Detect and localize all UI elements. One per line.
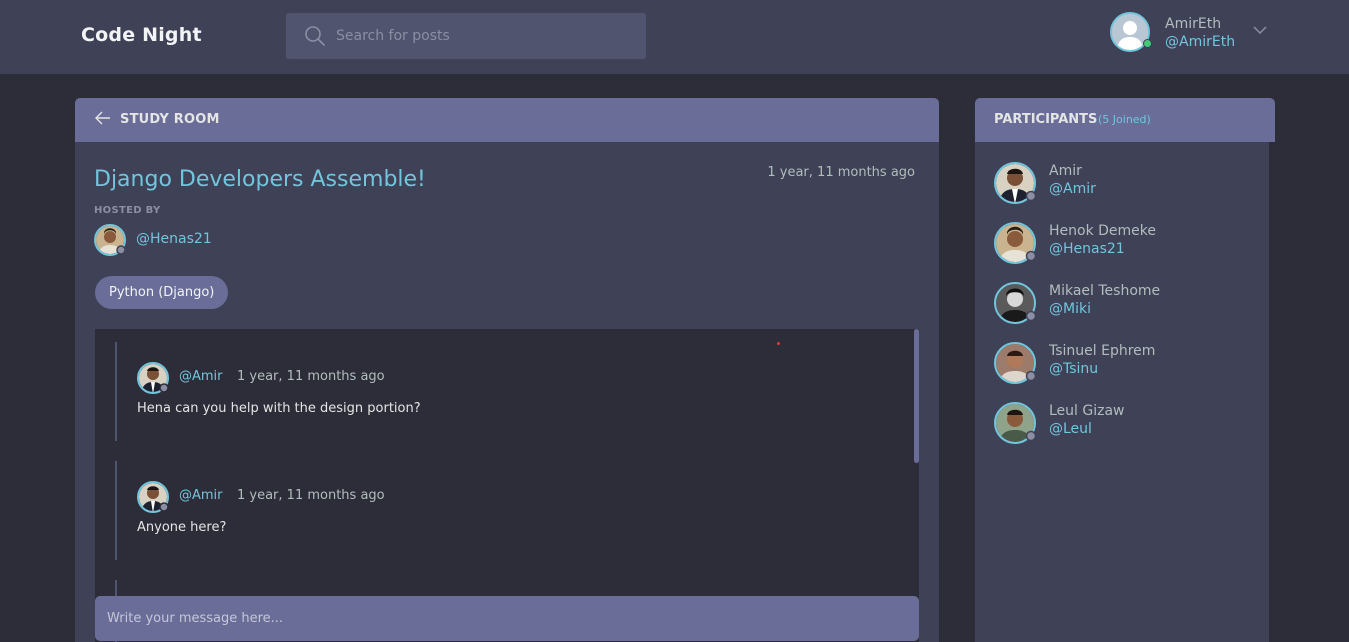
message-author-handle[interactable]: @Amir [179,369,223,384]
participant-name: Mikael Teshome [1049,283,1161,299]
participant-handle[interactable]: @Tsinu [1049,361,1098,377]
user-name: AmirEth [1165,16,1222,32]
participants-count: (5 Joined) [1098,113,1151,126]
message-timestamp: 1 year, 11 months ago [237,488,385,503]
arrow-left-icon[interactable] [94,109,112,127]
message-timestamp: 1 year, 11 months ago [237,369,385,384]
message-item: @Amir 1 year, 11 months ago Hena can you… [115,342,895,441]
search-icon [305,26,325,46]
participants-title: PARTICIPANTS [994,112,1098,127]
participant-name: Tsinuel Ephrem [1049,343,1156,359]
message-avatar[interactable] [137,362,169,394]
user-handle: @AmirEth [1165,34,1236,50]
topic-tag[interactable]: Python (Django) [95,276,229,309]
participant-item[interactable]: Leul Gizaw @Leul [994,402,1254,446]
participant-handle[interactable]: @Leul [1049,421,1092,437]
participants-list: Amir @Amir Henok Demeke @Henas21 Mikael … [975,142,1269,642]
online-status-dot [1143,39,1152,48]
room-title: Django Developers Assemble! [94,167,426,192]
participants-header: PARTICIPANTS (5 Joined) [975,98,1275,142]
participant-avatar[interactable] [994,222,1036,264]
room-header: STUDY ROOM [75,98,939,142]
room-timestamp: 1 year, 11 months ago [767,165,915,180]
participant-handle[interactable]: @Henas21 [1049,241,1125,257]
participant-name: Leul Gizaw [1049,403,1125,419]
participant-item[interactable]: Tsinuel Ephrem @Tsinu [994,342,1254,386]
participant-item[interactable]: Henok Demeke @Henas21 [994,222,1254,266]
message-avatar[interactable] [137,481,169,513]
message-author-handle[interactable]: @Amir [179,488,223,503]
participant-name: Amir [1049,163,1082,179]
participant-avatar[interactable] [994,162,1036,204]
user-menu[interactable]: AmirEth @AmirEth [1110,12,1280,56]
host-handle[interactable]: @Henas21 [136,231,212,247]
host-avatar[interactable] [94,224,126,256]
participant-avatar[interactable] [994,282,1036,324]
message-text: Anyone here? [137,520,227,535]
room-header-title[interactable]: STUDY ROOM [120,112,220,127]
participant-name: Henok Demeke [1049,223,1157,239]
chevron-down-icon[interactable] [1252,24,1268,36]
top-navbar: Code Night AmirEth @AmirEth [0,0,1349,74]
participant-avatar[interactable] [994,402,1036,444]
hosted-by-label: HOSTED BY [94,205,161,216]
participants-panel: PARTICIPANTS (5 Joined) Amir @Amir Henok… [975,98,1275,642]
message-composer[interactable] [95,596,919,641]
participant-handle[interactable]: @Miki [1049,301,1091,317]
participant-item[interactable]: Mikael Teshome @Miki [994,282,1254,326]
room-panel: STUDY ROOM Django Developers Assemble! 1… [75,98,939,642]
search-input[interactable] [336,13,636,59]
participant-item[interactable]: Amir @Amir [994,162,1254,206]
message-item: @Amir 1 year, 11 months ago Anyone here? [115,461,895,560]
participant-avatar[interactable] [994,342,1036,384]
participant-handle[interactable]: @Amir [1049,181,1096,197]
message-input[interactable] [107,596,907,641]
search-bar[interactable] [286,13,646,59]
message-text: Hena can you help with the design portio… [137,401,421,416]
thread-scrollbar[interactable] [914,329,919,463]
app-logo[interactable]: Code Night [81,24,202,46]
